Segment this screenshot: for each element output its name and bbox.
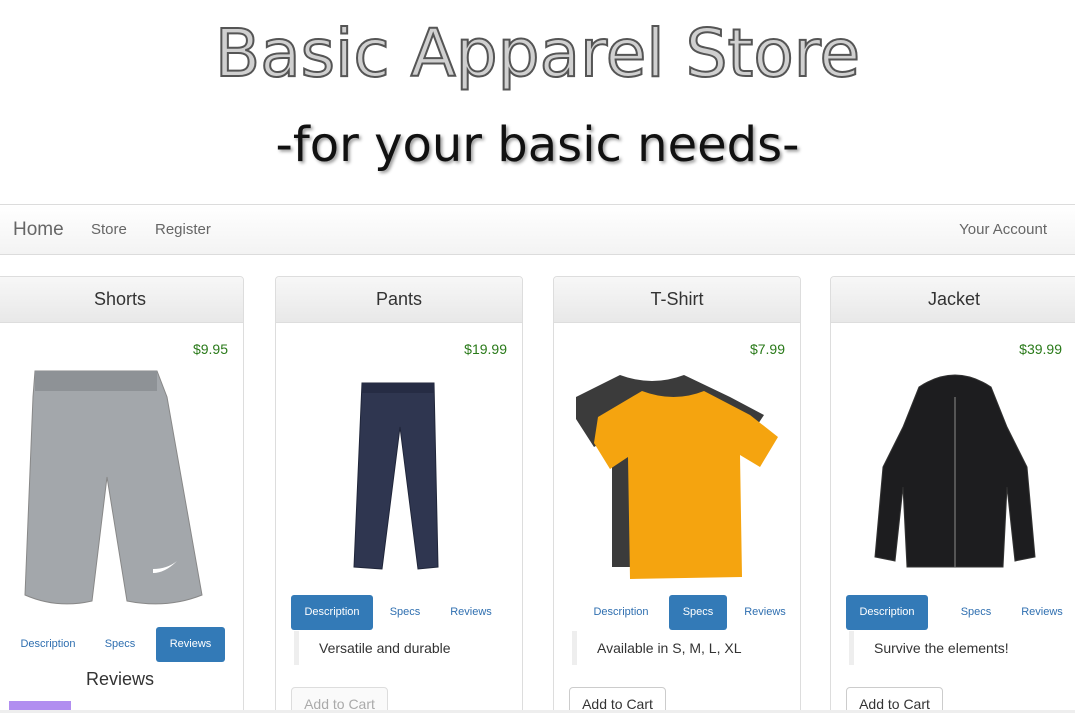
shorts-image [24, 370, 203, 605]
product-description-text: Versatile and durable [294, 631, 504, 665]
product-title: Pants [276, 277, 522, 323]
product-card-jacket: Jacket $39.99 Description Specs Reviews … [830, 276, 1075, 713]
tab-description[interactable]: Description [291, 595, 373, 630]
nav-store-link[interactable]: Store [91, 205, 127, 255]
product-tabs: Description Specs Reviews [569, 595, 786, 631]
product-card-shorts: Shorts $9.95 Description Specs Reviews R… [0, 276, 244, 713]
product-tabs: Description Specs Reviews [12, 627, 228, 663]
store-title: Basic Apparel Store [214, 14, 861, 93]
tab-reviews[interactable]: Reviews [1006, 595, 1075, 630]
product-card-tshirt: T-Shirt $7.99 Description Specs Reviews … [553, 276, 801, 713]
tab-description[interactable]: Description [846, 595, 928, 630]
top-navbar: Home Store Register Your Account [0, 204, 1075, 255]
reviews-heading: Reviews [85, 669, 155, 689]
tab-description[interactable]: Description [12, 627, 84, 662]
tab-reviews[interactable]: Reviews [156, 627, 225, 662]
tab-description[interactable]: Description [585, 595, 657, 630]
nav-home-link[interactable]: Home [13, 205, 64, 255]
product-price: $19.99 [464, 341, 507, 357]
product-price: $7.99 [749, 341, 785, 357]
product-title: T-Shirt [554, 277, 800, 323]
product-price: $9.95 [192, 341, 228, 357]
nav-account-link[interactable]: Your Account [959, 205, 1047, 255]
product-card-pants: Pants $19.99 Description Specs Reviews V… [275, 276, 523, 713]
jacket-image [874, 374, 1036, 568]
product-title: Shorts [0, 277, 243, 323]
product-description-text: Survive the elements! [849, 631, 1059, 665]
tab-reviews[interactable]: Reviews [729, 595, 801, 630]
tab-specs[interactable]: Specs [940, 595, 1012, 630]
product-title: Jacket [831, 277, 1075, 323]
tab-specs[interactable]: Specs [669, 595, 727, 630]
product-tabs: Description Specs Reviews [846, 595, 1063, 631]
tshirt-image [576, 375, 778, 579]
product-description-text: Available in S, M, L, XL [572, 631, 782, 665]
store-tagline: -for your basic needs- [275, 117, 800, 173]
product-price: $39.99 [1019, 341, 1062, 357]
tab-specs[interactable]: Specs [84, 627, 156, 662]
tab-specs[interactable]: Specs [369, 595, 441, 630]
product-tabs: Description Specs Reviews [291, 595, 507, 631]
tab-reviews[interactable]: Reviews [435, 595, 507, 630]
nav-register-link[interactable]: Register [155, 205, 211, 255]
pants-image [353, 382, 439, 570]
